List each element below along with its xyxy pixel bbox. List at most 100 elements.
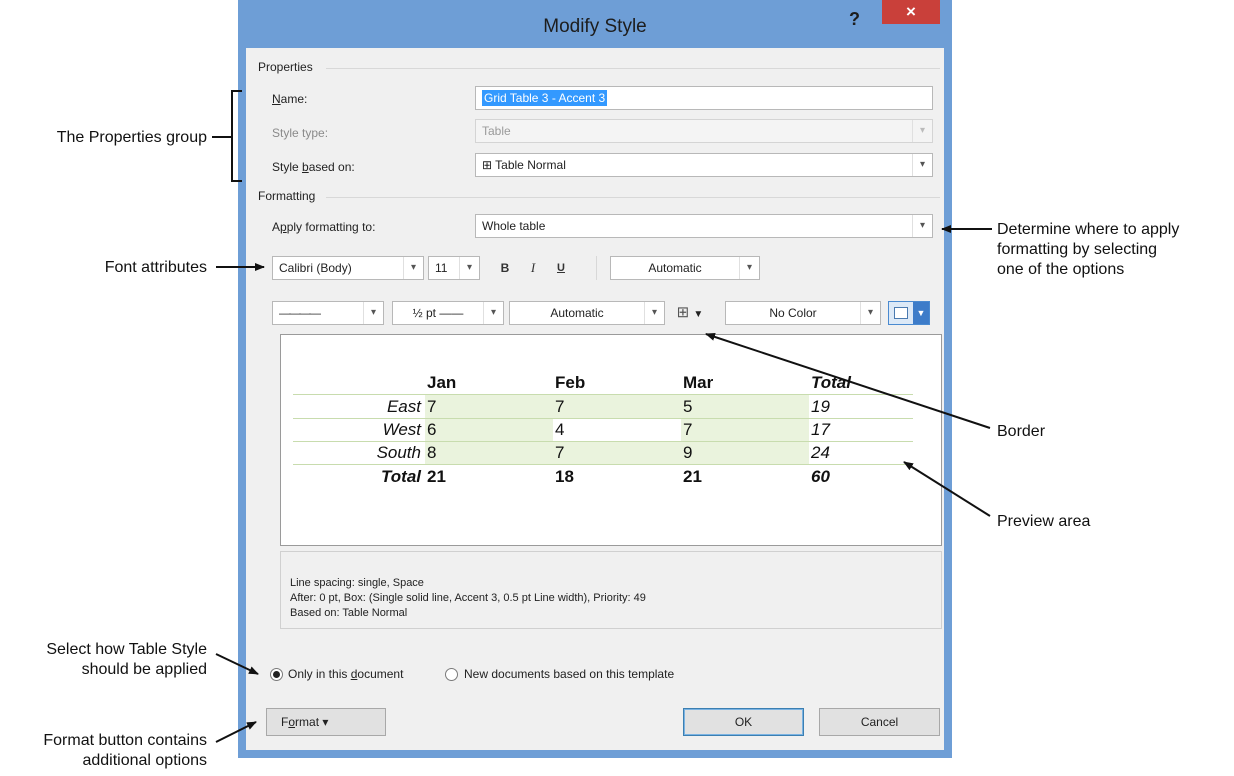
annotation-format-button-line2: additional options [82,752,207,769]
border-color-select[interactable]: Automatic ▾ [509,301,665,325]
italic-button[interactable]: I [522,257,544,279]
border-button[interactable]: ⊞ ▼ [670,302,710,324]
font-size-select[interactable]: 11 ▾ [428,256,480,280]
style-based-on-select[interactable]: ⊞ Table Normal ▾ [475,153,933,177]
preview-row-label: Total [381,467,421,486]
preview-header-mar: Mar [683,373,714,392]
apply-label-pre: A [272,220,281,234]
font-color-value: Automatic [648,261,702,275]
row-shade-south [425,441,809,464]
preview-rule [293,394,913,395]
preview-cell: 6 [427,420,437,439]
close-button[interactable]: × [882,0,940,24]
formatting-header: Formatting [258,189,316,203]
name-label-text: ame: [280,92,308,106]
preview-header-feb: Feb [555,373,586,392]
preview-cell: 7 [555,443,565,462]
preview-rule [293,418,913,419]
preview-cell: 5 [683,397,693,416]
new-documents-radio[interactable] [445,668,458,681]
border-color-value: Automatic [550,306,604,320]
annotation-properties-group: The Properties group [56,129,207,146]
annotation-select-how: Select how Table Style should be applied [0,640,207,680]
ok-button[interactable]: OK [683,708,804,736]
dialog-body: Properties Name: Grid Table 3 - Accent 3… [246,48,944,750]
based-on-label-pre: Style [272,160,303,174]
properties-divider [326,68,940,69]
font-color-select[interactable]: Automatic ▾ [610,256,760,280]
apply-label-access-key: p [280,220,287,234]
apply-formatting-label: Apply formatting to: [272,220,375,234]
formatting-divider [326,197,940,198]
annotation-border: Border [997,423,1046,440]
chevron-down-icon: ▾ [912,215,932,237]
new-documents-label[interactable]: New documents based on this template [464,667,674,681]
preview-cell: 17 [811,420,830,439]
underline-button[interactable]: U [550,257,572,279]
border-icon: ⊞ [676,304,690,321]
annotation-select-how-line2: should be applied [81,661,207,678]
name-field[interactable]: Grid Table 3 - Accent 3 [475,86,933,110]
annotation-determine-line1: Determine where to apply [997,221,1180,238]
radio-doc-pre: Only in this [288,667,351,681]
preview-cell: 9 [683,443,693,462]
preview-header-total: Total [811,373,851,392]
annotation-format-button: Format button contains additional option… [0,731,207,771]
preview-row-label: East [386,397,421,416]
preview-cell: 7 [683,420,693,439]
properties-header: Properties [258,60,313,74]
based-on-label-access-key: b [302,160,309,174]
title-bar[interactable]: Modify Style ? × [238,0,952,50]
preview-cell: 7 [555,397,565,416]
table-style-options-button[interactable]: ▼ [888,301,930,325]
only-this-document-radio[interactable] [270,668,283,681]
name-label-access-key: N [272,92,281,106]
preview-cell: 8 [427,443,437,462]
format-button[interactable]: Format ▾ [266,708,386,736]
preview-row-label: South [376,443,421,462]
shading-value: No Color [769,306,817,320]
font-name-value: Calibri (Body) [279,261,352,275]
cancel-button[interactable]: Cancel [819,708,940,736]
style-type-label: Style type: [272,126,329,140]
apply-formatting-value: Whole table [482,219,546,233]
annotation-determine: Determine where to apply formatting by s… [997,220,1227,280]
font-size-value: 11 [435,261,448,275]
line-weight-select[interactable]: ½ pt —— ▾ [392,301,504,325]
style-based-on-label: Style based on: [272,160,355,174]
preview-cell: 21 [683,467,702,486]
radio-doc-rest: ocument [357,667,404,681]
annotation-format-button-line1: Format button contains [43,732,207,749]
preview-rule [293,464,913,465]
preview-cell: 7 [427,397,437,416]
chevron-down-icon: ▾ [860,302,880,324]
dialog-title: Modify Style [543,16,647,37]
bold-button[interactable]: B [494,257,516,279]
annotation-determine-line3: one of the options [997,261,1125,278]
description-line: Line spacing: single, Space [290,577,424,589]
caret-down-icon: ▼ [913,302,929,324]
table-layout-icon [894,307,908,319]
preview-cell: 60 [811,467,830,486]
preview-cell: 19 [811,397,830,416]
style-description: Line spacing: single, Space After: 0 pt,… [280,551,942,629]
chevron-down-icon: ▾ [644,302,664,324]
preview-cell: 21 [427,467,446,486]
font-name-select[interactable]: Calibri (Body) ▾ [272,256,424,280]
apply-formatting-select[interactable]: Whole table ▾ [475,214,933,238]
chevron-down-icon: ▾ [912,120,932,142]
preview-header-jan: Jan [427,373,457,392]
style-type-select[interactable]: Table ▾ [475,119,933,143]
annotation-select-how-line1: Select how Table Style [46,641,207,658]
help-icon[interactable]: ? [849,9,860,30]
shading-select[interactable]: No Color ▾ [725,301,881,325]
modify-style-dialog: Modify Style ? × Properties Name: Grid T… [238,0,952,758]
chevron-down-icon: ▾ [912,154,932,176]
based-on-value: ⊞ Table Normal [482,158,566,172]
preview-row-label: West [382,420,421,439]
chevron-down-icon: ▾ [459,257,479,279]
line-style-select[interactable]: ———— ▾ [272,301,384,325]
style-type-value: Table [482,124,511,138]
preview-rule [293,441,913,442]
only-this-document-label[interactable]: Only in this document [288,667,403,681]
